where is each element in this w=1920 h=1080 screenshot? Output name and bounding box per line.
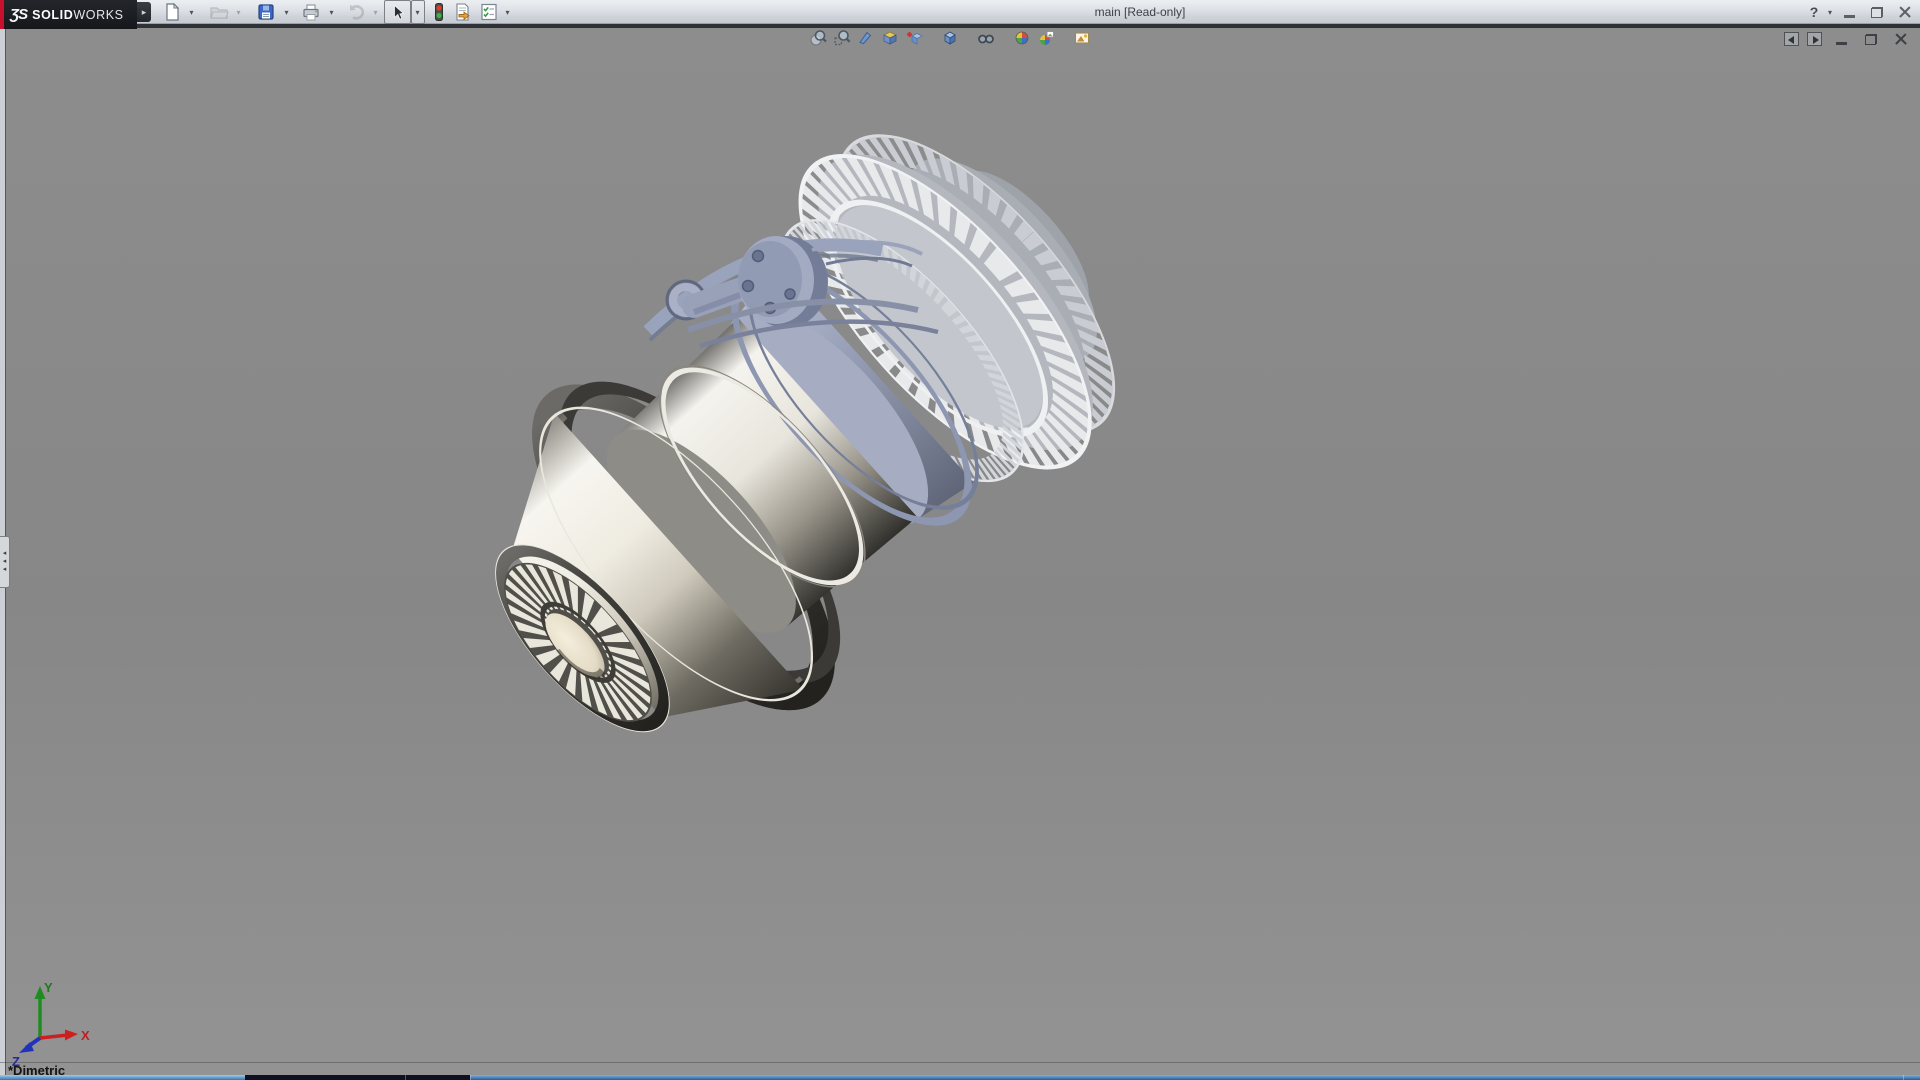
help-button[interactable]: ? [1803,3,1825,21]
open-dropdown[interactable]: ▾ [233,1,244,23]
options-button[interactable] [478,1,500,23]
close-icon [1895,33,1907,45]
display-style-icon [941,29,959,47]
previous-view-button[interactable] [902,28,926,48]
file-properties-icon [453,2,473,22]
view-settings-icon [1073,29,1091,47]
taskbar-divider [1903,1075,1904,1080]
open-folder-icon [209,2,229,22]
zoom-to-fit-icon [809,29,827,47]
rebuild-button[interactable] [428,1,450,23]
solidworks-window: main [Read-only] ▾ ▾ [0,0,1920,1080]
print-icon [301,2,321,22]
title-bar: main [Read-only] ▾ ▾ [0,0,1920,24]
close-button[interactable] [1894,3,1916,21]
previous-view-icon [905,29,923,47]
windows-taskbar-sliver[interactable] [0,1075,1920,1080]
new-dropdown[interactable]: ▾ [186,1,197,23]
headsup-separator [962,28,974,48]
view-orientation-button[interactable] [878,28,902,48]
taskbar-divider [470,1075,471,1080]
select-dropdown[interactable]: ▾ [412,1,423,23]
print-button[interactable] [300,1,322,23]
traffic-light-icon [429,2,449,22]
hide-show-items-icon [977,29,995,47]
print-dropdown[interactable]: ▾ [326,1,337,23]
undo-dropdown[interactable]: ▾ [370,1,381,23]
close-icon [1899,6,1911,18]
model-canvas[interactable]: Y X Z [0,28,1920,1077]
close-document-button[interactable] [1890,30,1912,48]
apply-scene-icon [1037,29,1055,47]
left-arrow-icon: ◂ [3,566,7,574]
zoom-to-fit-button[interactable] [806,28,830,48]
section-view-button[interactable] [854,28,878,48]
hide-show-items-button[interactable] [974,28,998,48]
view-settings-button[interactable] [1070,28,1094,48]
solidworks-logo: ƷS SOLID WORKS [0,0,137,29]
solidworks-mark-icon: ƷS [10,6,27,23]
feature-manager-expand-tab[interactable]: ◂ ◂ ◂ [0,536,10,588]
save-dropdown[interactable]: ▾ [281,1,292,23]
select-tool-button[interactable] [387,1,409,23]
minimize-button[interactable] [1838,3,1860,21]
viewport-bottom-divider [0,1062,1920,1063]
minimize-icon [1836,42,1847,45]
help-icon: ? [1810,4,1819,20]
view-orientation-icon [881,29,899,47]
arrow-right-icon [1813,36,1819,44]
help-dropdown[interactable]: ▾ [1828,8,1832,17]
restore-button[interactable] [1866,3,1888,21]
restore-icon [1865,34,1877,45]
undo-button[interactable] [345,1,367,23]
undo-icon [346,2,366,22]
logo-red-accent [0,0,4,29]
headsup-separator [998,28,1010,48]
restore-icon [1871,7,1883,18]
model-jet-engine[interactable] [415,72,1181,817]
y-axis-label: Y [44,980,53,995]
logo-text-light: WORKS [73,8,123,22]
left-arrow-icon: ◂ [3,550,7,558]
section-view-icon [857,29,875,47]
display-style-button[interactable] [938,28,962,48]
next-document-button[interactable] [1807,32,1822,46]
taskbar-segment[interactable] [0,1075,245,1080]
select-cursor-icon [389,3,407,21]
titlebar-border [0,24,1920,28]
save-button[interactable] [255,1,277,23]
headsup-separator [1058,28,1070,48]
save-icon [256,2,276,22]
file-properties-button[interactable] [452,1,474,23]
edit-appearance-icon [1013,29,1031,47]
new-document-icon [162,2,182,22]
restore-document-button[interactable] [1860,30,1882,48]
document-window-controls [1784,30,1912,48]
taskbar-divider [405,1075,406,1080]
edit-appearance-button[interactable] [1010,28,1034,48]
zoom-to-area-icon [833,29,851,47]
logo-text-bold: SOLID [32,8,73,22]
orientation-triad[interactable]: Y X Z [12,980,90,1069]
graphics-area[interactable]: Y X Z [0,28,1920,1077]
minimize-icon [1844,15,1855,18]
left-arrow-icon: ◂ [3,558,7,566]
headsup-view-toolbar [806,28,1094,48]
apply-scene-button[interactable] [1034,28,1058,48]
options-checklist-icon [479,2,499,22]
new-document-button[interactable] [161,1,183,23]
x-axis-label: X [81,1028,90,1043]
taskbar-segment-dark[interactable] [245,1075,470,1080]
window-controls: ? ▾ [1803,0,1916,24]
arrow-left-icon [1788,36,1794,44]
x-axis-arrow[interactable] [65,1030,78,1041]
menu-flyout-arrow[interactable]: ▸ [137,2,151,22]
headsup-separator [926,28,938,48]
zoom-to-area-button[interactable] [830,28,854,48]
previous-document-button[interactable] [1784,32,1799,46]
document-title: main [Read-only] [1095,0,1186,24]
open-button[interactable] [208,1,230,23]
minimize-document-button[interactable] [1830,30,1852,48]
options-dropdown[interactable]: ▾ [502,1,513,23]
